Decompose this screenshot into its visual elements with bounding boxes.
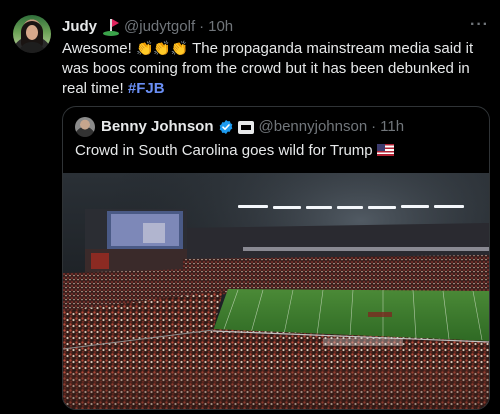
quoted-tweet-header: Benny Johnson @bennyjohnson · 11h — [75, 117, 404, 137]
quoted-text-body: Crowd in South Carolina goes wild for Tr… — [75, 142, 373, 159]
us-flag-icon — [376, 144, 394, 156]
quoted-timestamp[interactable]: 11h — [380, 117, 404, 137]
timestamp[interactable]: 10h — [208, 17, 233, 37]
avatar[interactable] — [13, 15, 51, 53]
clapping-hands-icon: 👏👏👏 — [135, 40, 189, 56]
display-name[interactable]: Judy — [62, 17, 97, 37]
quoted-avatar[interactable] — [75, 117, 95, 137]
tweet[interactable]: Judy @judytgolf · 10h ··· Awesome! 👏👏👏 T… — [0, 0, 500, 414]
hashtag-link[interactable]: #FJB — [128, 80, 165, 97]
handle[interactable]: @judytgolf — [124, 17, 195, 37]
tweet-header: Judy @judytgolf · 10h — [62, 17, 233, 37]
separator-dot: · — [199, 18, 205, 35]
quoted-handle[interactable]: @bennyjohnson — [259, 117, 368, 137]
quoted-display-name[interactable]: Benny Johnson — [101, 117, 214, 137]
verified-badge-icon — [219, 120, 232, 134]
stadium-image — [63, 173, 489, 409]
quoted-tweet-text: Crowd in South Carolina goes wild for Tr… — [75, 141, 394, 161]
tweet-text: Awesome! 👏👏👏 The propaganda mainstream m… — [62, 38, 482, 99]
golf-flag-icon — [102, 18, 120, 36]
more-options-icon[interactable]: ··· — [470, 17, 489, 33]
quoted-separator-dot: · — [371, 118, 377, 135]
affiliate-badge-icon — [237, 120, 254, 134]
tweet-text-start: Awesome! — [62, 40, 136, 57]
stadium-video[interactable] — [63, 173, 489, 409]
avatar-face — [26, 25, 38, 40]
quoted-tweet[interactable]: Benny Johnson @bennyjohnson · 11h Crowd … — [62, 106, 490, 410]
